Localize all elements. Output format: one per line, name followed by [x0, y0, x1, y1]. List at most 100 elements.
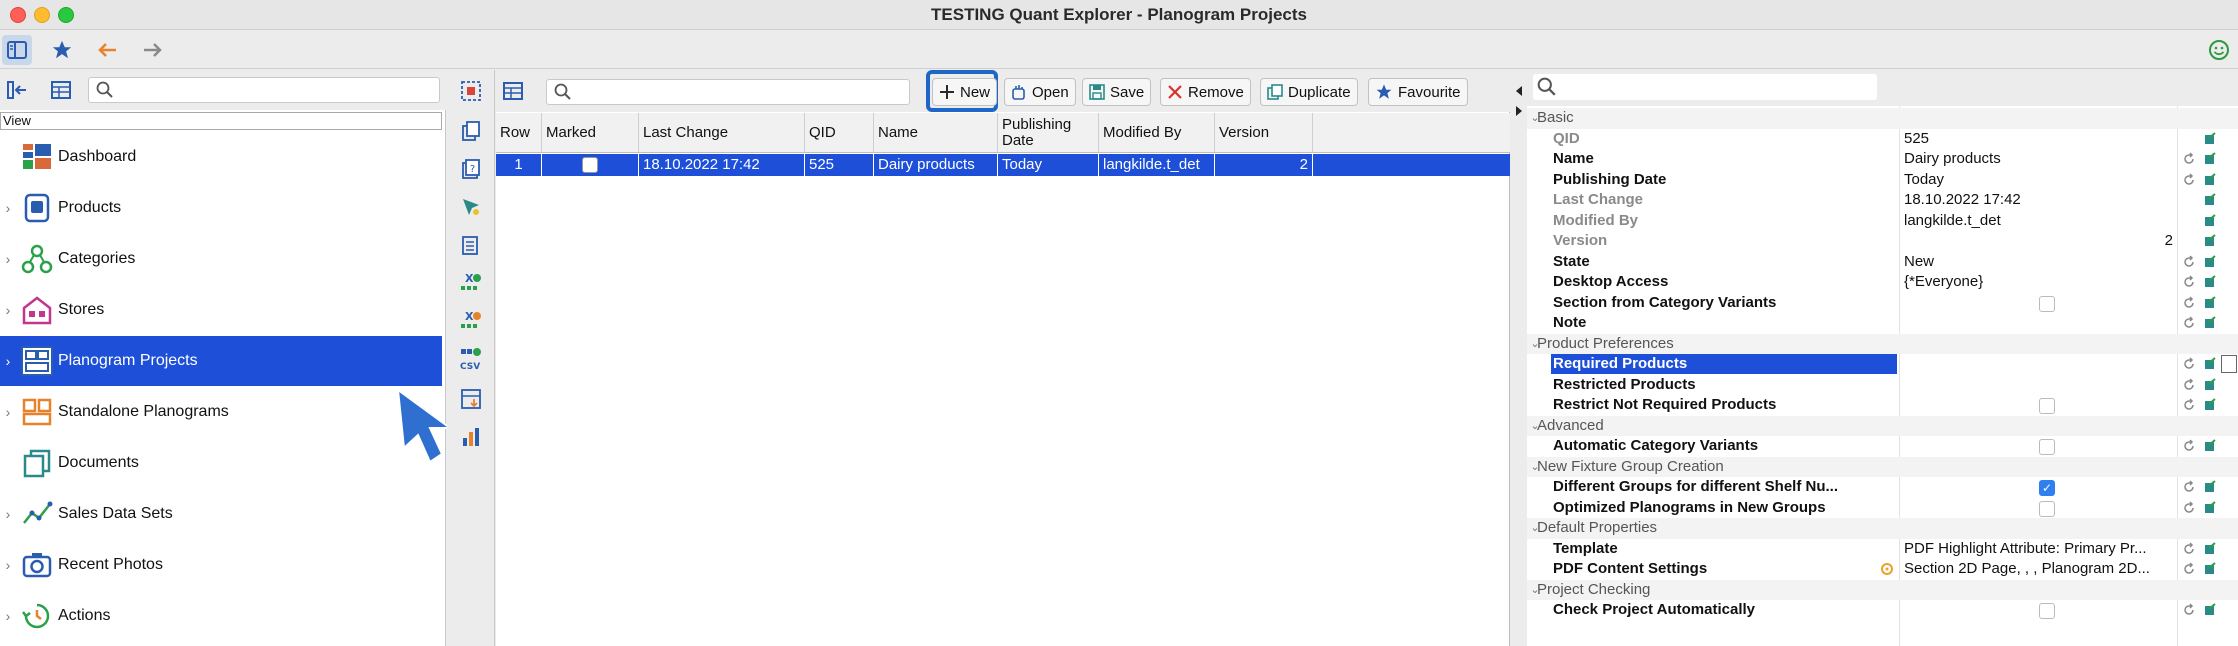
pin-tool-icon[interactable] — [456, 192, 486, 222]
property-row[interactable]: Restrict Not Required Products — [1527, 395, 2238, 416]
edit-property-icon[interactable] — [2202, 295, 2218, 311]
edit-property-icon[interactable] — [2202, 172, 2218, 188]
value-editor-box[interactable] — [2221, 355, 2237, 373]
column-header-last-change[interactable]: Last Change — [639, 113, 805, 153]
edit-property-icon[interactable] — [2202, 500, 2218, 516]
reset-value-icon[interactable] — [2181, 479, 2197, 495]
property-value[interactable]: 2 — [1902, 231, 2177, 251]
reset-value-icon[interactable] — [2181, 377, 2197, 393]
column-header-version[interactable]: Version — [1215, 113, 1313, 153]
edit-property-icon[interactable] — [2202, 254, 2218, 270]
reset-value-icon[interactable] — [2181, 602, 2197, 618]
edit-property-icon[interactable] — [2202, 151, 2218, 167]
property-value[interactable]: Dairy products — [1902, 149, 2177, 169]
reset-value-icon[interactable] — [2181, 254, 2197, 270]
nav-item-dashboard[interactable]: Dashboard — [0, 132, 442, 182]
chevron-right-icon[interactable]: › — [0, 557, 16, 573]
reset-value-icon[interactable] — [2181, 397, 2197, 413]
edit-property-icon[interactable] — [2202, 377, 2218, 393]
sidebar-toggle-icon[interactable] — [2, 35, 32, 65]
nav-item-standalone-planograms[interactable]: › Standalone Planograms — [0, 387, 442, 437]
nav-item-products[interactable]: › Products — [0, 183, 442, 233]
property-checkbox[interactable] — [2039, 295, 2055, 312]
projects-search-input[interactable] — [546, 79, 910, 105]
column-header-publishing-date[interactable]: Publishing Date — [998, 113, 1099, 153]
edit-property-icon[interactable] — [2202, 233, 2218, 249]
reset-value-icon[interactable] — [2181, 295, 2197, 311]
edit-property-icon[interactable] — [2202, 192, 2218, 208]
property-row[interactable]: Note — [1527, 313, 2238, 334]
reset-value-icon[interactable] — [2181, 315, 2197, 331]
chevron-right-icon[interactable]: › — [0, 353, 16, 369]
property-row[interactable]: Modified By langkilde.t_det — [1527, 211, 2238, 232]
edit-property-icon[interactable] — [2202, 213, 2218, 229]
nav-item-planogram-projects[interactable]: › Planogram Projects — [0, 336, 442, 386]
table-settings-icon[interactable] — [498, 76, 528, 106]
nav-item-documents[interactable]: Documents — [0, 438, 442, 488]
select-all-icon[interactable] — [456, 76, 486, 106]
property-section[interactable]: ⌄ Product Preferences — [1527, 333, 2238, 354]
reset-value-icon[interactable] — [2181, 274, 2197, 290]
save-button[interactable]: Save — [1082, 78, 1152, 106]
property-value[interactable]: {*Everyone} — [1902, 272, 2177, 292]
property-section[interactable]: ⌄ Default Properties — [1527, 518, 2238, 539]
smiley-feedback-icon[interactable] — [2204, 35, 2234, 65]
property-value[interactable]: Section 2D Page, , , Planogram 2D... — [1902, 559, 2177, 579]
reset-value-icon[interactable] — [2181, 438, 2197, 454]
edit-property-icon[interactable] — [2202, 131, 2218, 147]
property-row[interactable]: State New — [1527, 252, 2238, 273]
property-value[interactable]: PDF Highlight Attribute: Primary Pr... — [1902, 539, 2177, 559]
splitter-arrows-icon[interactable] — [1514, 84, 1524, 118]
reset-value-icon[interactable] — [2181, 561, 2197, 577]
edit-property-icon[interactable] — [2202, 315, 2218, 331]
nav-item-categories[interactable]: › Categories — [0, 234, 442, 284]
property-section[interactable]: ⌄ Project Checking — [1527, 579, 2238, 600]
property-row[interactable]: Name Dairy products — [1527, 149, 2238, 170]
property-checkbox[interactable]: ✓ — [2039, 480, 2055, 496]
property-row[interactable]: QID 525 — [1527, 129, 2238, 150]
property-row[interactable]: Automatic Category Variants — [1527, 436, 2238, 457]
column-header-name[interactable]: Name — [874, 113, 998, 153]
property-row[interactable]: Publishing Date Today — [1527, 170, 2238, 191]
property-row[interactable]: Restricted Products — [1527, 375, 2238, 396]
reset-value-icon[interactable] — [2181, 500, 2197, 516]
marked-checkbox[interactable] — [582, 157, 598, 174]
reset-value-icon[interactable] — [2181, 151, 2197, 167]
favourite-button[interactable]: Favourite — [1368, 78, 1468, 106]
duplicate-button[interactable]: Duplicate — [1260, 78, 1358, 106]
nav-item-stores[interactable]: › Stores — [0, 285, 442, 335]
property-value[interactable]: 18.10.2022 17:42 — [1902, 190, 2177, 210]
chevron-right-icon[interactable]: › — [0, 506, 16, 522]
forward-arrow-icon[interactable] — [138, 35, 168, 65]
excel-export-icon[interactable]: X — [456, 268, 486, 298]
property-row[interactable]: Last Change 18.10.2022 17:42 — [1527, 190, 2238, 211]
reset-value-icon[interactable] — [2181, 541, 2197, 557]
table-view-icon[interactable] — [46, 75, 76, 105]
property-row[interactable]: Check Project Automatically — [1527, 600, 2238, 621]
property-section[interactable]: ⌄ Basic — [1527, 108, 2238, 129]
chevron-right-icon[interactable]: › — [0, 404, 16, 420]
reset-value-icon[interactable] — [2181, 356, 2197, 372]
edit-property-icon[interactable] — [2202, 397, 2218, 413]
sort-table-icon[interactable] — [456, 384, 486, 414]
back-arrow-icon[interactable] — [92, 35, 122, 65]
csv-export-icon[interactable]: CSV — [456, 344, 486, 374]
collapse-panel-icon[interactable] — [2, 75, 32, 105]
property-row[interactable]: Optimized Planograms in New Groups — [1527, 498, 2238, 519]
edit-property-icon[interactable] — [2202, 274, 2218, 290]
property-section[interactable]: ⌄ New Fixture Group Creation — [1527, 456, 2238, 477]
property-value[interactable]: Today — [1902, 170, 2177, 190]
property-checkbox[interactable] — [2039, 439, 2055, 455]
new-button[interactable]: New — [932, 78, 998, 106]
remove-button[interactable]: Remove — [1160, 78, 1251, 106]
settings-gear-icon[interactable] — [1879, 561, 1895, 577]
property-value[interactable]: New — [1902, 252, 2177, 272]
column-header-marked[interactable]: Marked — [542, 113, 639, 153]
bar-chart-icon[interactable] — [456, 422, 486, 452]
property-row[interactable]: Version 2 — [1527, 231, 2238, 252]
favourites-star-icon[interactable] — [47, 35, 77, 65]
copy-icon[interactable] — [456, 116, 486, 146]
edit-property-icon[interactable] — [2202, 438, 2218, 454]
nav-item-actions[interactable]: › Actions — [0, 591, 442, 641]
property-row[interactable]: PDF Content Settings Section 2D Page, , ,… — [1527, 559, 2238, 580]
